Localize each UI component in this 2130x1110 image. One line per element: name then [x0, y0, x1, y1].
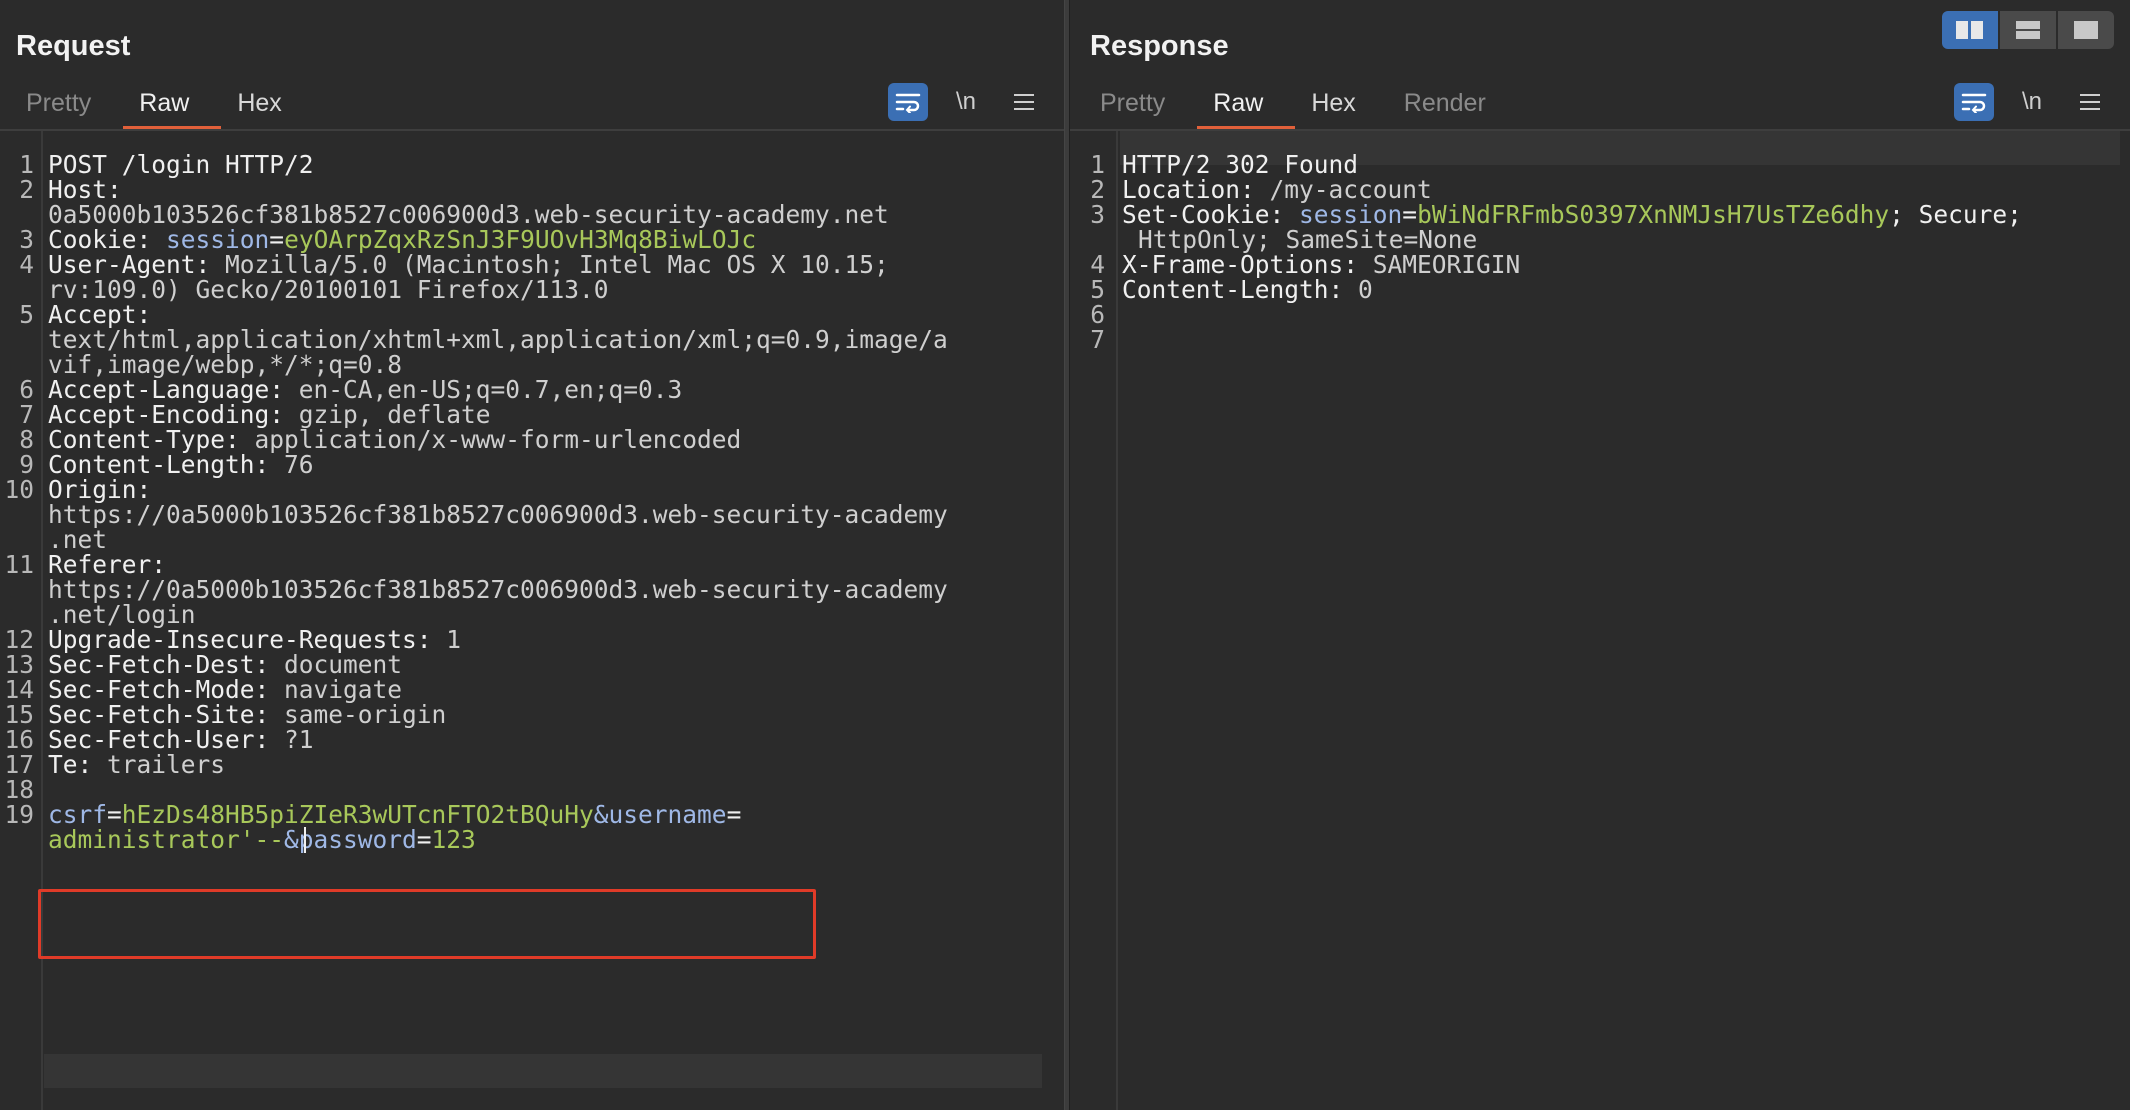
split-horizontal-button[interactable] — [1942, 11, 1998, 49]
hamburger-icon — [2080, 94, 2100, 110]
request-pane: Request Pretty Raw Hex \n 1 POST /login … — [0, 0, 1064, 1110]
show-newlines-button[interactable]: \n — [2012, 83, 2052, 121]
word-wrap-button[interactable] — [1954, 83, 1994, 121]
request-tabs: Pretty Raw Hex — [10, 82, 314, 130]
newline-icon: \n — [2021, 88, 2042, 115]
newline-icon: \n — [955, 88, 976, 115]
single-pane-icon — [2074, 21, 2098, 39]
split-vertical-button[interactable] — [2000, 11, 2056, 49]
response-title: Response — [1090, 30, 1229, 62]
code-line: administrator'--&password=123 — [48, 825, 476, 854]
tab-raw[interactable]: Raw — [1197, 82, 1296, 130]
text-caret — [304, 827, 306, 853]
request-editor[interactable]: 1 POST /login HTTP/2 2 Host: 0a5000b103526… — [0, 131, 1064, 1110]
tab-pretty[interactable]: Pretty — [10, 82, 123, 130]
split-vertical-icon — [2016, 21, 2040, 39]
menu-button[interactable] — [1004, 83, 1044, 121]
tab-raw[interactable]: Raw — [123, 82, 222, 130]
response-tabs: Pretty Raw Hex Render — [1084, 82, 1518, 130]
word-wrap-button[interactable] — [888, 83, 928, 121]
layout-toggle — [1940, 11, 2114, 49]
word-wrap-icon — [1961, 93, 1987, 113]
request-title: Request — [16, 30, 131, 62]
tab-hex[interactable]: Hex — [221, 82, 313, 130]
show-newlines-button[interactable]: \n — [946, 83, 986, 121]
tab-render[interactable]: Render — [1388, 82, 1518, 130]
current-line-highlight — [44, 1054, 1042, 1088]
tab-pretty[interactable]: Pretty — [1084, 82, 1197, 130]
single-pane-button[interactable] — [2058, 11, 2114, 49]
request-toolbar: \n — [870, 83, 1044, 121]
split-horizontal-icon — [1956, 21, 1983, 39]
payload-highlight-box — [38, 889, 816, 959]
word-wrap-icon — [895, 93, 921, 113]
hamburger-icon — [1014, 94, 1034, 110]
code-line: 7 — [1090, 325, 1105, 354]
response-toolbar: \n — [1936, 83, 2110, 121]
response-pane: Response Pretty Raw Hex Render \n 1 HTTP… — [1070, 0, 2130, 1110]
response-editor[interactable]: 1 HTTP/2 302 Found 2 Location: /my-account… — [1070, 131, 2130, 1110]
menu-button[interactable] — [2070, 83, 2110, 121]
tab-hex[interactable]: Hex — [1295, 82, 1387, 130]
